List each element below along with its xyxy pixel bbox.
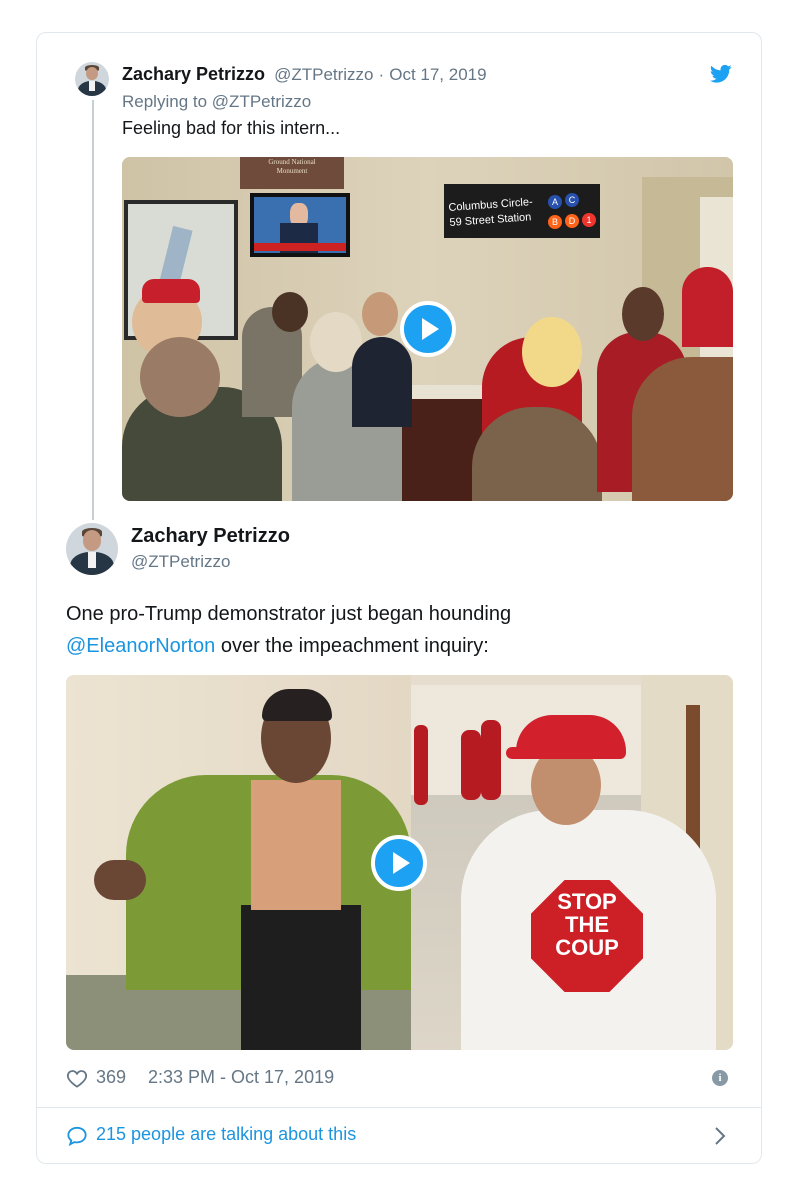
- author-handle[interactable]: @ZTPetrizzo: [274, 65, 373, 84]
- play-icon: [393, 852, 410, 874]
- tweet-date[interactable]: Oct 17, 2019: [389, 65, 486, 84]
- play-icon: [422, 318, 439, 340]
- subway-line-c: C: [565, 193, 579, 207]
- mention-link[interactable]: @EleanorNorton: [66, 635, 215, 657]
- monument-sign-text: Ground National Monument: [268, 158, 316, 175]
- divider: [37, 1107, 761, 1108]
- play-button[interactable]: [371, 835, 427, 891]
- heart-icon[interactable]: [66, 1068, 88, 1088]
- tweet-timestamp[interactable]: 2:33 PM - Oct 17, 2019: [148, 1067, 334, 1088]
- replying-to-handle[interactable]: @ZTPetrizzo: [212, 92, 311, 111]
- tweet-text-line-2-rest: over the impeachment inquiry:: [215, 635, 489, 657]
- replying-to: Replying to @ZTPetrizzo: [122, 92, 311, 112]
- speech-bubble-icon: [67, 1126, 87, 1146]
- twitter-bird-icon[interactable]: [710, 64, 732, 84]
- chevron-right-icon[interactable]: [714, 1126, 726, 1146]
- avatar[interactable]: [75, 62, 109, 96]
- subway-line-d: D: [565, 214, 579, 228]
- tweet-text: One pro-Trump demonstrator just began ho…: [66, 598, 746, 662]
- talking-about-label[interactable]: 215 people are talking about this: [96, 1124, 356, 1145]
- author-name[interactable]: Zachary Petrizzo: [122, 64, 265, 84]
- like-count[interactable]: 369: [96, 1067, 126, 1088]
- tweet-text-line-1: One pro-Trump demonstrator just began ho…: [66, 603, 512, 625]
- author-name[interactable]: Zachary Petrizzo: [131, 525, 290, 548]
- quoted-author-line: Zachary Petrizzo @ZTPetrizzo · Oct 17, 2…: [122, 64, 487, 85]
- subway-sign-text: Columbus Circle- 59 Street Station: [448, 196, 534, 229]
- play-button[interactable]: [400, 301, 456, 357]
- avatar[interactable]: [66, 523, 118, 575]
- thread-line: [92, 100, 94, 520]
- talking-about-link[interactable]: 215 people are talking about this: [66, 1120, 736, 1150]
- tweet-text-line-2: @EleanorNorton over the impeachment inqu…: [66, 630, 746, 662]
- shirt-text: STOP THE COUP: [555, 889, 619, 960]
- subway-line-1: 1: [582, 213, 596, 227]
- author-handle[interactable]: @ZTPetrizzo: [131, 552, 230, 572]
- tweet-text: Feeling bad for this intern...: [122, 118, 341, 138]
- date-separator: ·: [378, 65, 385, 84]
- subway-line-a: A: [548, 195, 562, 209]
- subway-line-b: B: [548, 215, 562, 229]
- info-icon[interactable]: i: [712, 1070, 728, 1086]
- replying-to-label: Replying to: [122, 92, 208, 111]
